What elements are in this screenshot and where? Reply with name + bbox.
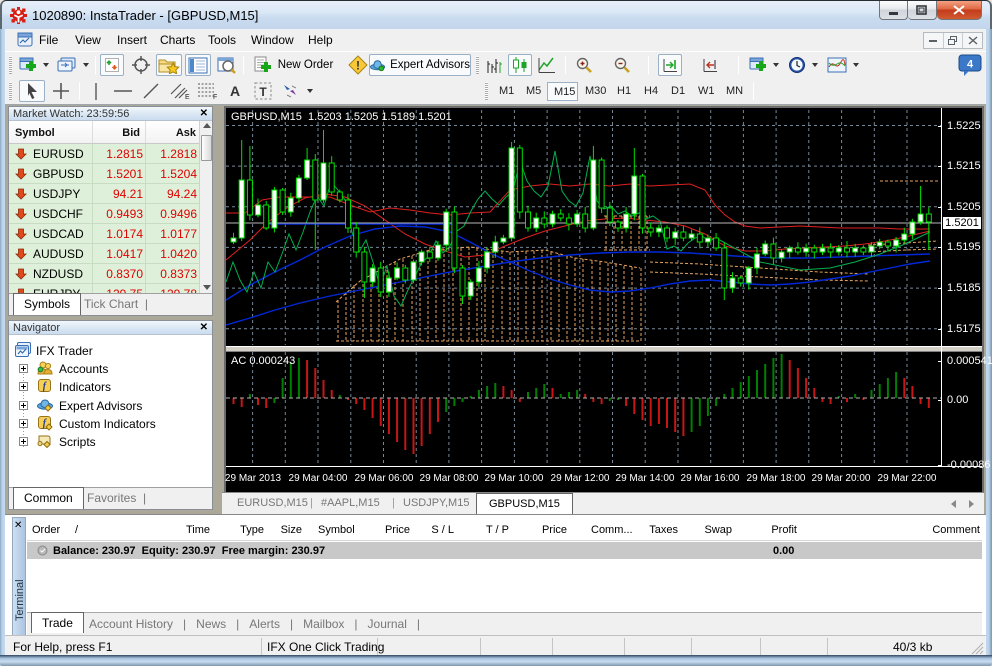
svg-text:!: !	[356, 59, 360, 73]
svg-text:F: F	[213, 94, 217, 100]
svg-text:4: 4	[967, 59, 974, 71]
svg-text:E: E	[185, 94, 190, 100]
svg-text:T: T	[259, 85, 267, 99]
